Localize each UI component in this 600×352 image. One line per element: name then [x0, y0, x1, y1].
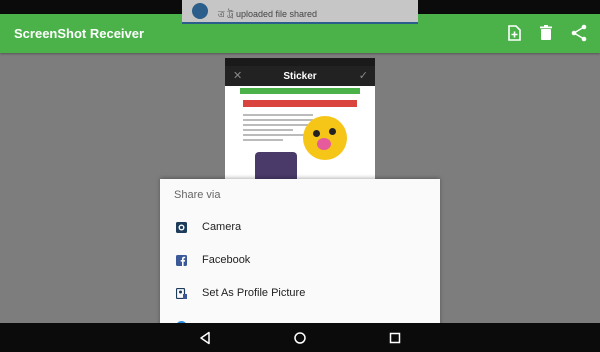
profile-picture-icon	[176, 288, 187, 299]
camera-icon	[176, 222, 187, 233]
back-icon[interactable]	[197, 330, 213, 346]
preview-status-bar	[225, 58, 375, 66]
notification-text: ত্র ট্র uploaded file shared	[218, 9, 318, 19]
share-dialog: Share via Camera Facebook Set As Profile…	[160, 179, 440, 339]
screenshot-preview[interactable]: ✕ Sticker ✓	[225, 58, 375, 180]
preview-phone-image	[255, 152, 297, 180]
facebook-icon	[176, 255, 187, 266]
share-item-label: Facebook	[202, 254, 251, 266]
preview-toolbar: ✕ Sticker ✓	[225, 66, 375, 86]
preview-sticker-image	[303, 116, 347, 160]
share-item-label: Camera	[202, 221, 242, 233]
preview-header-strip	[240, 88, 360, 94]
preview-title: Sticker	[283, 71, 317, 82]
preview-red-bar	[243, 100, 357, 107]
share-dialog-title: Share via	[174, 189, 221, 201]
share-item-facebook[interactable]: Facebook	[160, 245, 440, 278]
share-icon[interactable]	[569, 23, 589, 43]
share-item-camera[interactable]: Camera	[160, 212, 440, 245]
add-file-icon[interactable]	[504, 23, 524, 43]
delete-icon[interactable]	[536, 23, 556, 43]
notification-icon	[192, 3, 208, 19]
navigation-bar	[0, 323, 600, 352]
home-icon[interactable]	[292, 330, 308, 346]
share-item-label: Set As Profile Picture	[202, 287, 306, 299]
app-title: ScreenShot Receiver	[14, 26, 145, 41]
notification-banner[interactable]: ত্র ট্র uploaded file shared	[182, 0, 418, 24]
share-item-set-profile-picture[interactable]: Set As Profile Picture	[160, 278, 440, 311]
recents-icon[interactable]	[387, 330, 403, 346]
preview-check-icon: ✓	[358, 70, 368, 82]
